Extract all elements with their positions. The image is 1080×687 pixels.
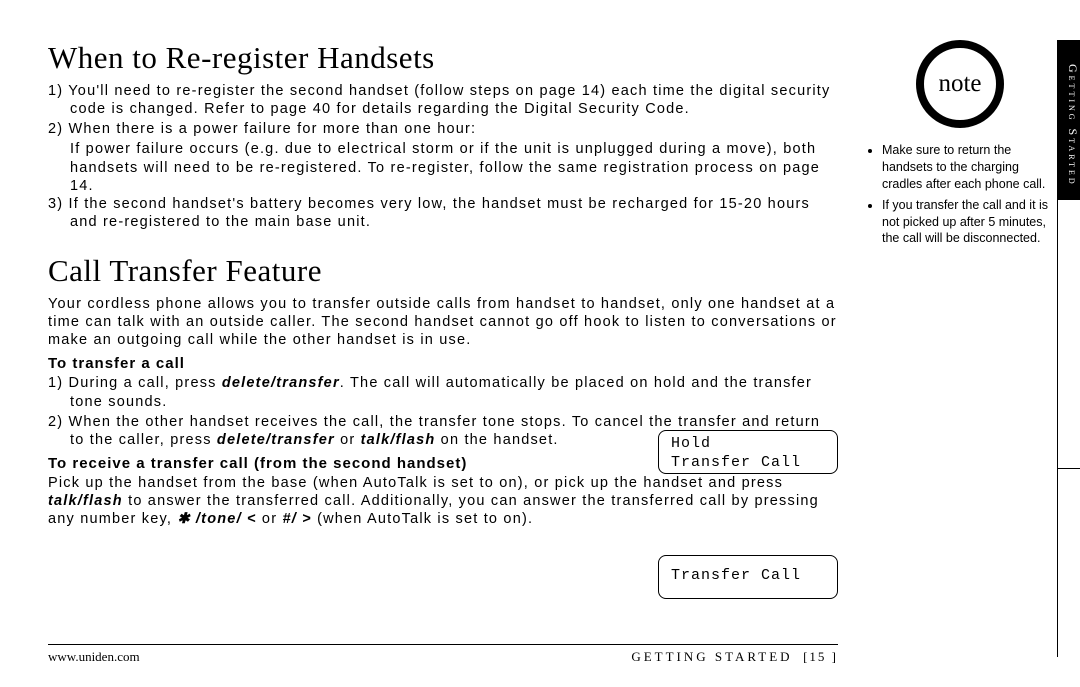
lcd-line: Transfer Call <box>671 454 825 473</box>
keyword: ✱ /tone/ < <box>177 511 256 527</box>
note-sidebar: note Make sure to return the handsets to… <box>870 40 1050 251</box>
receive-paragraph: Pick up the handset from the base (when … <box>48 474 838 528</box>
side-tab: Getting Started <box>1058 40 1080 200</box>
lcd-line: Hold <box>671 435 825 454</box>
list-item: 1) During a call, press delete/transfer.… <box>48 374 838 410</box>
lcd-display-transfer: Transfer Call <box>658 555 838 599</box>
subheading-transfer: To transfer a call <box>48 355 838 372</box>
keyword: talk/flash <box>48 493 123 509</box>
list-item: 2) When there is a power failure for mor… <box>48 120 838 138</box>
note-item: Make sure to return the handsets to the … <box>882 142 1050 193</box>
lcd-line: Transfer Call <box>671 567 825 586</box>
vertical-divider <box>1057 40 1058 657</box>
keyword: delete/transfer <box>217 432 335 448</box>
heading-call-transfer: Call Transfer Feature <box>48 253 838 289</box>
list-sub: If power failure occurs (e.g. due to ele… <box>48 140 838 194</box>
keyword: talk/flash <box>361 432 436 448</box>
note-item: If you transfer the call and it is not p… <box>882 197 1050 248</box>
list-item: 1) You'll need to re-register the second… <box>48 82 838 118</box>
footer-section: GETTING STARTED [15 ] <box>631 649 838 665</box>
keyword: #/ > <box>282 511 311 527</box>
page-footer: www.uniden.com GETTING STARTED [15 ] <box>48 644 838 665</box>
list-item: 3) If the second handset's battery becom… <box>48 195 838 231</box>
footer-url: www.uniden.com <box>48 649 140 665</box>
keyword: delete/transfer <box>222 375 340 391</box>
side-tick <box>1058 468 1080 469</box>
lcd-display-hold: Hold Transfer Call <box>658 430 838 474</box>
intro-paragraph: Your cordless phone allows you to transf… <box>48 295 838 349</box>
note-icon: note <box>916 40 1004 128</box>
heading-reregister: When to Re-register Handsets <box>48 40 838 76</box>
